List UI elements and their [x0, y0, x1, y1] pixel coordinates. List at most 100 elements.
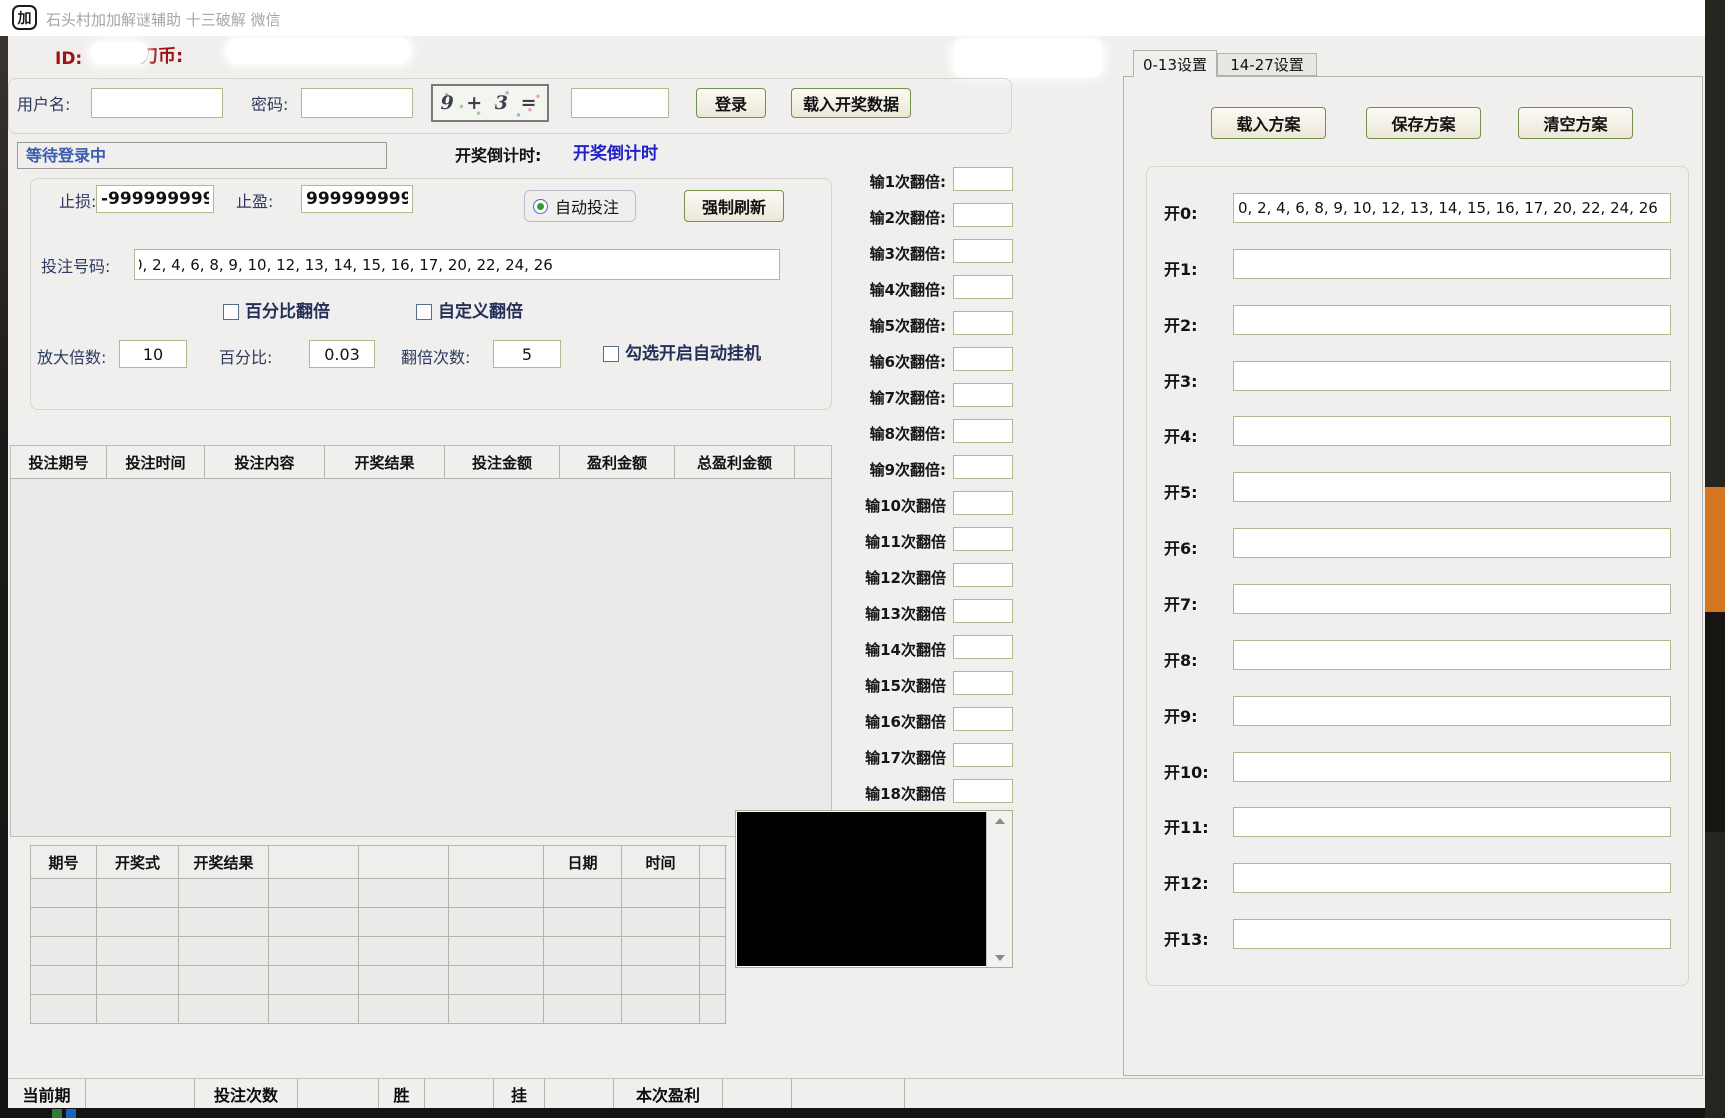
custom-double-label: 自定义翻倍 [438, 303, 523, 322]
lose-multiplier-input-11[interactable] [953, 527, 1013, 551]
result-table-cell [269, 995, 359, 1024]
open-field-input-11[interactable] [1233, 807, 1671, 837]
lose-multiplier-input-5[interactable] [953, 311, 1013, 335]
captcha-answer-input[interactable] [571, 88, 669, 118]
result-table-row[interactable] [31, 879, 727, 908]
percent-label: 百分比: [219, 349, 272, 367]
load-draw-data-button[interactable]: 载入开奖数据 [791, 88, 911, 118]
bet-log-column-header[interactable]: 投注内容 [205, 446, 325, 478]
clear-plan-button[interactable]: 清空方案 [1518, 107, 1633, 139]
close-button[interactable]: ✕ [1652, 0, 1708, 36]
open-field-input-6[interactable] [1233, 528, 1671, 558]
auto-hang-checkbox[interactable] [603, 346, 619, 362]
lose-multiplier-input-4[interactable] [953, 275, 1013, 299]
lose-multiplier-input-6[interactable] [953, 347, 1013, 371]
lose-multiplier-input-8[interactable] [953, 419, 1013, 443]
taskbar-icon[interactable] [66, 1109, 76, 1118]
bet-log-body[interactable] [11, 479, 831, 837]
result-table-cell [700, 879, 726, 908]
login-button[interactable]: 登录 [696, 88, 766, 118]
result-table-cell [622, 966, 700, 995]
open-field-input-7[interactable] [1233, 584, 1671, 614]
lose-multiplier-label: 输7次翻倍: [778, 387, 946, 408]
lose-multiplier-input-18[interactable] [953, 779, 1013, 803]
password-input[interactable] [301, 88, 413, 118]
password-label: 密码: [251, 96, 288, 114]
lose-multiplier-input-10[interactable] [953, 491, 1013, 515]
custom-double-checkbox[interactable] [416, 304, 432, 320]
lose-multiplier-input-7[interactable] [953, 383, 1013, 407]
open-field-label: 开8: [1164, 647, 1198, 671]
statusbar-value-cell [723, 1079, 792, 1108]
lose-multiplier-input-2[interactable] [953, 203, 1013, 227]
result-table-cell [97, 937, 179, 966]
lose-multiplier-label: 输14次翻倍 [778, 639, 946, 660]
result-column-header: 期号 [31, 846, 97, 879]
username-input[interactable] [91, 88, 223, 118]
load-plan-button[interactable]: 载入方案 [1211, 107, 1326, 139]
percent-double-checkbox[interactable] [223, 304, 239, 320]
result-table-cell [359, 966, 449, 995]
double-times-input[interactable] [493, 340, 561, 368]
lose-multiplier-input-9[interactable] [953, 455, 1013, 479]
bet-log-column-header[interactable]: 投注金额 [445, 446, 560, 478]
tab-settings-0-13[interactable]: 0-13设置 [1133, 50, 1217, 77]
minimize-button[interactable] [1508, 0, 1564, 36]
open-field-input-9[interactable] [1233, 696, 1671, 726]
result-column-header [269, 846, 359, 879]
lose-multiplier-input-3[interactable] [953, 239, 1013, 263]
open-field-input-12[interactable] [1233, 863, 1671, 893]
open-field-label: 开4: [1164, 423, 1198, 447]
bet-log-column-header[interactable]: 开奖结果 [325, 446, 445, 478]
open-field-label: 开0: [1164, 200, 1198, 224]
open-field-input-0[interactable] [1233, 193, 1671, 223]
auto-bet-label: 自动投注 [555, 194, 619, 218]
scroll-up-button[interactable] [987, 811, 1013, 830]
lose-multiplier-input-12[interactable] [953, 563, 1013, 587]
result-table-cell [622, 908, 700, 937]
result-column-header: 日期 [544, 846, 622, 879]
open-field-input-13[interactable] [1233, 919, 1671, 949]
result-table-row[interactable] [31, 908, 727, 937]
lose-multiplier-input-15[interactable] [953, 671, 1013, 695]
result-table-cell [449, 937, 544, 966]
bet-log-column-header[interactable]: 投注时间 [107, 446, 205, 478]
lose-multiplier-input-14[interactable] [953, 635, 1013, 659]
zoom-multiple-input[interactable] [119, 340, 187, 368]
result-table-cell [622, 995, 700, 1024]
bet-numbers-input[interactable] [134, 249, 780, 280]
stop-win-input[interactable] [301, 185, 413, 213]
result-table-row[interactable] [31, 995, 727, 1024]
maximize-button[interactable] [1580, 0, 1636, 36]
stop-loss-input[interactable] [96, 185, 214, 213]
lose-multiplier-input-16[interactable] [953, 707, 1013, 731]
lose-multiplier-input-1[interactable] [953, 167, 1013, 191]
captcha-image[interactable]: 9 + 3 = [431, 84, 549, 122]
open-field-input-2[interactable] [1233, 305, 1671, 335]
bet-log-column-header[interactable]: 总盈利金额 [675, 446, 795, 478]
bet-log-column-header[interactable]: 盈利金额 [560, 446, 675, 478]
open-field-input-5[interactable] [1233, 472, 1671, 502]
scroll-down-button[interactable] [987, 948, 1013, 967]
auto-bet-radio-group[interactable]: 自动投注 [524, 190, 636, 222]
open-field-input-4[interactable] [1233, 416, 1671, 446]
log-scrollbar[interactable] [986, 811, 1012, 967]
result-table-row[interactable] [31, 966, 727, 995]
save-plan-button[interactable]: 保存方案 [1366, 107, 1481, 139]
lose-multiplier-label: 输18次翻倍 [778, 783, 946, 804]
result-table-cell [31, 879, 97, 908]
open-field-input-8[interactable] [1233, 640, 1671, 670]
lose-multiplier-input-17[interactable] [953, 743, 1013, 767]
tab-settings-14-27[interactable]: 14-27设置 [1217, 53, 1317, 76]
force-refresh-button[interactable]: 强制刷新 [684, 190, 784, 222]
open-field-label: 开11: [1164, 814, 1209, 838]
percent-input[interactable] [309, 340, 375, 368]
open-field-input-1[interactable] [1233, 249, 1671, 279]
bet-numbers-label: 投注号码: [41, 258, 110, 276]
open-field-input-3[interactable] [1233, 361, 1671, 391]
lose-multiplier-input-13[interactable] [953, 599, 1013, 623]
taskbar-icon[interactable] [52, 1109, 62, 1118]
open-field-input-10[interactable] [1233, 752, 1671, 782]
bet-log-column-header[interactable]: 投注期号 [11, 446, 107, 478]
result-table-row[interactable] [31, 937, 727, 966]
